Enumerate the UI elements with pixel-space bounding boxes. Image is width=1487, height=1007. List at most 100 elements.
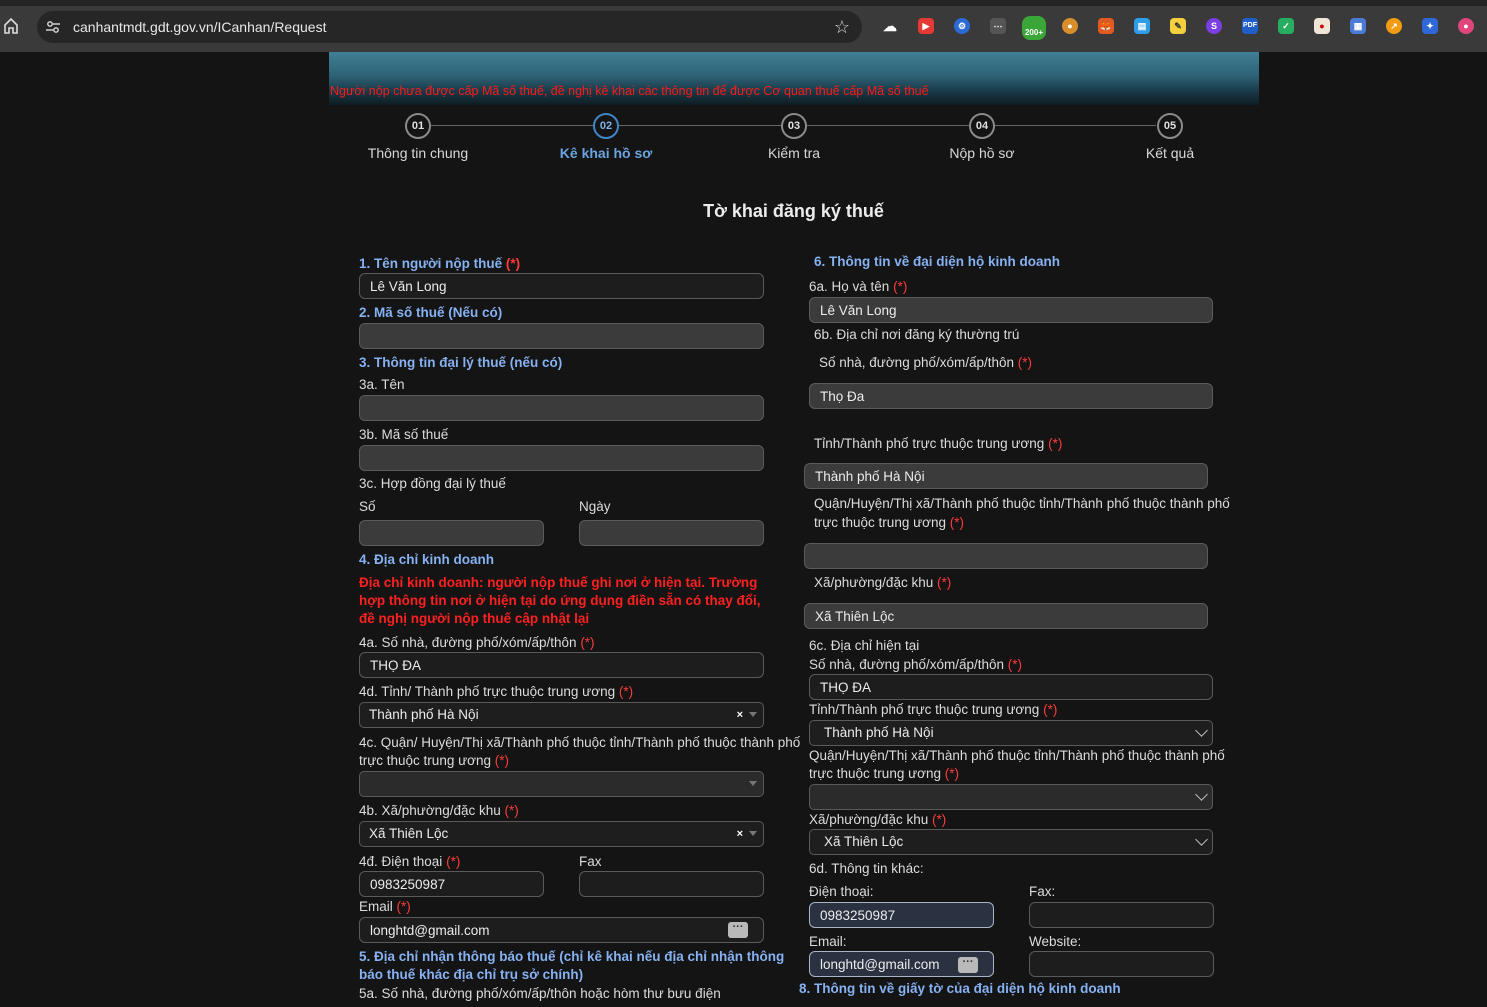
rep-name-input[interactable] <box>809 297 1213 323</box>
dropdown-caret-icon[interactable] <box>749 712 757 717</box>
business-street-label: 4a. Số nhà, đường phố/xóm/ấp/thôn (*) <box>359 635 595 650</box>
shield-extension-icon[interactable]: ✓ <box>1278 18 1294 34</box>
business-email-label: Email (*) <box>359 899 411 914</box>
profile-avatar-icon[interactable]: ● <box>1458 18 1474 34</box>
cur-street-label: Số nhà, đường phố/xóm/ấp/thôn (*) <box>809 657 1023 672</box>
rep-website-input[interactable] <box>1029 951 1214 977</box>
rep-phone-input[interactable] <box>809 902 994 928</box>
business-ward-label: 4b. Xã/phường/đặc khu (*) <box>359 803 519 818</box>
section-5-label-line2: báo thuế khác địa chỉ trụ sở chính) <box>359 967 584 982</box>
step-1-label[interactable]: Thông tin chung <box>368 145 468 161</box>
fox-extension-icon[interactable]: 🦊 <box>1098 18 1114 34</box>
agent-name-label: 3a. Tên <box>359 377 405 392</box>
perm-province-input[interactable] <box>804 463 1208 489</box>
chevron-down-icon[interactable] <box>1195 788 1208 801</box>
bulb-extension-icon[interactable]: ● <box>1314 18 1330 34</box>
cur-province-value: Thành phố Hà Nội <box>824 725 934 740</box>
rep-fax-input[interactable] <box>1029 902 1214 928</box>
cur-province-select[interactable]: Thành phố Hà Nội <box>809 720 1213 746</box>
step-3-circle[interactable]: 03 <box>781 113 807 139</box>
chevron-down-icon[interactable] <box>1195 833 1208 846</box>
cur-ward-select[interactable]: Xã Thiên Lộc <box>809 829 1213 855</box>
step-5-circle[interactable]: 05 <box>1157 113 1183 139</box>
business-province-value: Thành phố Hà Nội <box>369 707 479 722</box>
bookmark-star-icon[interactable]: ☆ <box>834 17 850 38</box>
cur-district-label-line2: trực thuộc trung ương (*) <box>809 766 960 781</box>
business-email-input[interactable] <box>359 917 764 943</box>
cloud-extension-icon[interactable]: ☁ <box>882 18 898 34</box>
more-extension-icon[interactable]: ⋯ <box>990 18 1006 34</box>
notice-street-label: 5a. Số nhà, đường phố/xóm/ấp/thôn hoặc h… <box>359 986 721 1001</box>
arrow-extension-icon[interactable]: ↗ <box>1386 18 1402 34</box>
step-5-label[interactable]: Kết quả <box>1146 145 1194 161</box>
cur-street-input[interactable] <box>809 674 1213 700</box>
step-2-label[interactable]: Kê khai hồ sơ <box>560 145 652 161</box>
step-4-label[interactable]: Nộp hồ sơ <box>949 145 1014 161</box>
badge-extension-icon[interactable]: 200+ <box>1022 16 1046 40</box>
note-extension-icon[interactable]: ✎ <box>1170 18 1186 34</box>
contract-date-input[interactable] <box>579 520 764 546</box>
cookie-extension-icon[interactable]: ● <box>1062 18 1078 34</box>
perm-ward-input[interactable] <box>804 603 1208 629</box>
autofill-icon[interactable]: ··· <box>728 922 748 938</box>
tab-strip <box>0 0 1487 6</box>
address-bar[interactable]: canhantmdt.gdt.gov.vn/ICanhan/Request ☆ <box>37 11 862 43</box>
clear-icon[interactable]: × <box>737 822 743 846</box>
dropdown-caret-icon[interactable] <box>749 781 757 786</box>
rep-website-label: Website: <box>1029 934 1082 949</box>
business-street-input[interactable] <box>359 652 764 678</box>
dropdown-caret-icon[interactable] <box>749 831 757 836</box>
business-district-label-line2: trực thuộc trung ương (*) <box>359 753 510 768</box>
cur-district-select[interactable] <box>809 784 1213 810</box>
pdf-extension-icon[interactable]: PDF <box>1242 18 1258 34</box>
section-6-label: 6. Thông tin về đại diện hộ kinh doanh <box>814 254 1060 269</box>
header-banner: Người nộp chưa được cấp Mã số thuế, đề n… <box>329 52 1259 105</box>
calendar-extension-icon[interactable]: ▦ <box>1350 18 1366 34</box>
section-3-label: 3. Thông tin đại lý thuế (nếu có) <box>359 355 563 370</box>
business-phone-label: 4đ. Điện thoại (*) <box>359 854 461 869</box>
url-text[interactable]: canhantmdt.gdt.gov.vn/ICanhan/Request <box>73 19 326 35</box>
business-phone-input[interactable] <box>359 871 544 897</box>
business-district-select[interactable] <box>359 771 764 797</box>
tax-code-input[interactable] <box>359 323 764 349</box>
section-1-label: 1. Tên người nộp thuế (*) <box>359 256 521 271</box>
layers-extension-icon[interactable]: ▤ <box>1134 18 1150 34</box>
cur-ward-label: Xã/phường/đặc khu (*) <box>809 812 947 827</box>
step-4-circle[interactable]: 04 <box>969 113 995 139</box>
section-5-label-line1: 5. Địa chỉ nhận thông báo thuế (chỉ kê k… <box>359 949 785 964</box>
puzzle-extension-icon[interactable]: ✦ <box>1422 18 1438 34</box>
video-extension-icon[interactable]: ▶ <box>918 18 934 34</box>
step-2-circle[interactable]: 02 <box>593 113 619 139</box>
rep-email-label: Email: <box>809 934 847 949</box>
autofill-icon[interactable]: ··· <box>958 957 978 973</box>
gear-extension-icon[interactable]: ⚙ <box>954 18 970 34</box>
business-fax-input[interactable] <box>579 871 764 897</box>
business-ward-value: Xã Thiên Lộc <box>369 826 449 841</box>
agent-name-input[interactable] <box>359 395 764 421</box>
perm-street-label: Số nhà, đường phố/xóm/ấp/thôn (*) <box>819 355 1033 370</box>
taxpayer-name-input[interactable] <box>359 273 764 299</box>
cur-province-label: Tỉnh/Thành phố trực thuộc trung ương (*) <box>809 702 1058 717</box>
site-settings-icon[interactable] <box>45 19 61 35</box>
contract-number-input[interactable] <box>359 520 544 546</box>
agent-contract-label: 3c. Hợp đồng đại lý thuế <box>359 476 506 491</box>
home-icon[interactable] <box>3 17 19 35</box>
perm-province-label: Tỉnh/Thành phố trực thuộc trung ương (*) <box>814 436 1063 451</box>
cur-district-label-line1: Quận/Huyện/Thị xã/Thành phố thuộc tỉnh/T… <box>809 748 1225 763</box>
step-1-circle[interactable]: 01 <box>405 113 431 139</box>
clear-icon[interactable]: × <box>737 703 743 727</box>
perm-street-input[interactable] <box>809 383 1213 409</box>
s-extension-icon[interactable]: S <box>1206 18 1222 34</box>
perm-district-input[interactable] <box>804 543 1208 569</box>
business-province-select[interactable]: Thành phố Hà Nội × <box>359 702 764 728</box>
perm-district-label-line2: trực thuộc trung ương (*) <box>814 515 965 530</box>
agent-tax-code-input[interactable] <box>359 445 764 471</box>
step-3-label[interactable]: Kiểm tra <box>768 145 820 161</box>
section-4-label: 4. Địa chỉ kinh doanh <box>359 552 495 567</box>
chevron-down-icon[interactable] <box>1195 724 1208 737</box>
other-info-label: 6d. Thông tin khác: <box>809 861 924 876</box>
tax-code-notice: Người nộp chưa được cấp Mã số thuế, đề n… <box>330 84 929 98</box>
current-address-label: 6c. Địa chỉ hiện tại <box>809 638 920 653</box>
rep-name-label: 6a. Họ và tên (*) <box>809 279 908 294</box>
business-ward-select[interactable]: Xã Thiên Lộc × <box>359 821 764 847</box>
